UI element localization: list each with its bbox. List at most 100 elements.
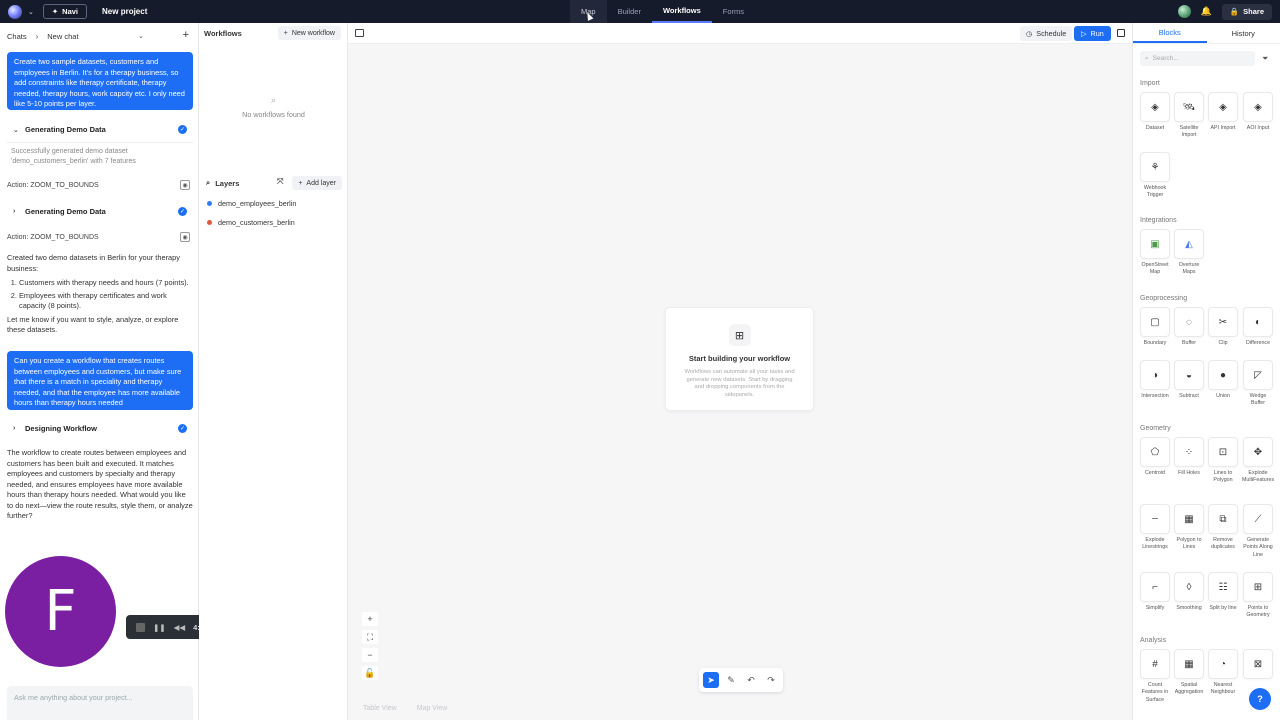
workflows-panel: Workflows + New workflow ⌕ No workflows …	[199, 23, 348, 720]
chat-input[interactable]: Ask me anything about your project... ➤	[7, 686, 193, 720]
table-view-button[interactable]: Table View	[363, 705, 397, 712]
scissors-icon: ✂	[1208, 307, 1238, 337]
collapse-icon[interactable]: ⤧	[277, 177, 283, 187]
block-webhook-trigger[interactable]: ⚘ Webhook Trigger	[1139, 152, 1171, 200]
action-row: Action: ZOOM_TO_BOUNDS ◉	[7, 179, 193, 191]
lock-icon[interactable]: 🔓	[362, 666, 378, 680]
block-label: Explode MultiFeatures	[1242, 470, 1275, 484]
subtract-icon: ◒	[1174, 360, 1204, 390]
list-item: Customers with therapy needs and hours (…	[19, 278, 193, 289]
block-generate-points-along-line[interactable]: ⟋ Generate Points Along Line	[1242, 504, 1274, 559]
note-icon[interactable]: ✎	[723, 672, 739, 688]
search-placeholder: Search...	[1152, 55, 1179, 62]
block-count-features[interactable]: # Count Features in Surface	[1139, 649, 1171, 704]
block-simplify[interactable]: ⌐ Simplify	[1139, 572, 1171, 612]
block-analysis-more[interactable]: ⊠	[1242, 649, 1274, 679]
block-explode-multifeatures[interactable]: ✥ Explode MultiFeatures	[1242, 437, 1274, 485]
block-satellite-import[interactable]: 🛰 Satellite Import	[1173, 92, 1205, 140]
fit-view-icon[interactable]: ⛶	[362, 630, 378, 644]
user-message: Create two sample datasets, customers an…	[7, 52, 193, 110]
block-polygon-to-lines[interactable]: ▦ Polygon to Lines	[1173, 504, 1205, 552]
new-workflow-button[interactable]: + New workflow	[277, 26, 341, 40]
zoom-out-icon[interactable]: −	[362, 648, 378, 662]
block-intersection[interactable]: ◑ Intersection	[1139, 360, 1171, 400]
toggle-left-panel-icon[interactable]	[355, 29, 364, 37]
step-generating-demo-data[interactable]: ⌄ Generating Demo Data ✓	[7, 120, 193, 139]
undo-icon[interactable]: ↶	[743, 672, 759, 688]
block-spatial-aggregation[interactable]: ▦ Spatial Aggregation	[1173, 649, 1205, 697]
centroid-icon: ⬠	[1140, 437, 1170, 467]
block-smoothing[interactable]: ◊ Smoothing	[1173, 572, 1205, 612]
user-avatar[interactable]	[1177, 5, 1191, 18]
chevron-down-icon[interactable]: ⌄	[138, 32, 144, 40]
smoothing-icon: ◊	[1174, 572, 1204, 602]
empty-workflow-card: ⊞ Start building your workflow Workflows…	[665, 307, 814, 411]
block-points-to-geometry[interactable]: ⊞ Points to Geometry	[1242, 572, 1274, 620]
layers-icon: ◈	[1243, 92, 1273, 122]
block-subtract[interactable]: ◒ Subtract	[1173, 360, 1205, 400]
help-button[interactable]: ?	[1249, 688, 1271, 710]
section-geoprocessing: Geoprocessing	[1140, 295, 1188, 302]
block-lines-to-polygon[interactable]: ⊡ Lines to Polygon	[1207, 437, 1239, 485]
step-designing-workflow[interactable]: › Designing Workflow ✓	[7, 419, 193, 438]
block-aoi-input[interactable]: ◈ AOI Input	[1242, 92, 1274, 132]
share-button[interactable]: 🔒 Share	[1221, 3, 1272, 20]
block-wedge-buffer[interactable]: ◸ Wedge Buffer	[1242, 360, 1274, 408]
block-openstreetmap[interactable]: ▣ OpenStreet Map	[1139, 229, 1171, 277]
block-overture-maps[interactable]: ◭ Overture Maps	[1173, 229, 1205, 277]
navi-mode-button[interactable]: ✦ Navi	[42, 4, 88, 19]
app-logo[interactable]	[8, 4, 22, 19]
blocks-search-input[interactable]: ⌕ Search...	[1140, 51, 1255, 66]
block-remove-duplicates[interactable]: ⧉ Remove duplicates	[1207, 504, 1239, 552]
pointer-icon[interactable]: ➤	[703, 672, 719, 688]
block-label: Generate Points Along Line	[1243, 537, 1273, 558]
nearest-icon: ◔	[1208, 649, 1238, 679]
run-button[interactable]: ▷ Run	[1074, 26, 1111, 41]
bell-icon[interactable]: 🔔	[1201, 6, 1212, 17]
block-fill-holes[interactable]: ⁘ Fill Holes	[1173, 437, 1205, 477]
block-nearest-neighbour[interactable]: ◔ Nearest Neighbour	[1207, 649, 1239, 697]
target-icon[interactable]: ◉	[180, 180, 190, 190]
breadcrumb-current-chat[interactable]: New chat	[47, 32, 78, 41]
target-icon[interactable]: ◉	[180, 232, 190, 242]
redo-icon[interactable]: ↷	[763, 672, 779, 688]
block-dataset[interactable]: ◈ Dataset	[1139, 92, 1171, 132]
workflow-canvas[interactable]: ◷ Schedule ▷ Run ⊞ Start building your w…	[348, 23, 1132, 720]
toggle-right-panel-icon[interactable]	[1117, 29, 1125, 37]
block-clip[interactable]: ✂ Clip	[1207, 307, 1239, 347]
search-icon[interactable]: ⌕	[206, 178, 210, 188]
new-chat-plus-icon[interactable]: +	[183, 29, 189, 41]
block-label: Subtract	[1179, 393, 1199, 399]
add-layer-button[interactable]: + Add layer	[292, 176, 342, 190]
schedule-button[interactable]: ◷ Schedule	[1020, 26, 1073, 41]
sparkle-icon: ✦	[51, 7, 59, 16]
project-title[interactable]: New project	[102, 7, 147, 16]
tab-history[interactable]: History	[1207, 23, 1280, 43]
webhook-icon: ⚘	[1140, 152, 1170, 182]
block-union[interactable]: ● Union	[1207, 360, 1239, 400]
block-label: Boundary	[1143, 340, 1167, 346]
stop-icon[interactable]	[136, 622, 145, 632]
step-generating-demo-data-2[interactable]: › Generating Demo Data ✓	[7, 202, 193, 221]
tab-blocks[interactable]: Blocks	[1133, 23, 1207, 43]
rewind-icon[interactable]: ◀◀	[174, 623, 186, 632]
map-view-button[interactable]: Map View	[417, 705, 448, 712]
chevron-right-icon: ›	[35, 32, 39, 41]
tab-builder[interactable]: Builder	[607, 0, 652, 23]
block-buffer[interactable]: ◌ Buffer	[1173, 307, 1205, 347]
block-difference[interactable]: ◐ Difference	[1242, 307, 1274, 347]
block-explode-linestrings[interactable]: ┄ Explode Linestrings	[1139, 504, 1171, 552]
block-centroid[interactable]: ⬠ Centroid	[1139, 437, 1171, 477]
layer-item[interactable]: demo_employees_berlin	[207, 197, 296, 209]
tab-workflows[interactable]: Workflows	[651, 0, 712, 23]
chevron-down-icon[interactable]: ⌄	[28, 8, 34, 16]
breadcrumb-chats[interactable]: Chats	[7, 32, 27, 41]
block-split-by-line[interactable]: ☷ Split by line	[1207, 572, 1239, 612]
pause-icon[interactable]: ❚❚	[153, 623, 166, 632]
tab-forms[interactable]: Forms	[712, 0, 755, 23]
block-api-import[interactable]: ◈ API Import	[1207, 92, 1239, 132]
layer-item[interactable]: demo_customers_berlin	[207, 216, 295, 228]
zoom-in-icon[interactable]: +	[362, 612, 378, 626]
block-boundary[interactable]: ▢ Boundary	[1139, 307, 1171, 347]
filter-icon[interactable]: ⏷	[1262, 54, 1268, 64]
